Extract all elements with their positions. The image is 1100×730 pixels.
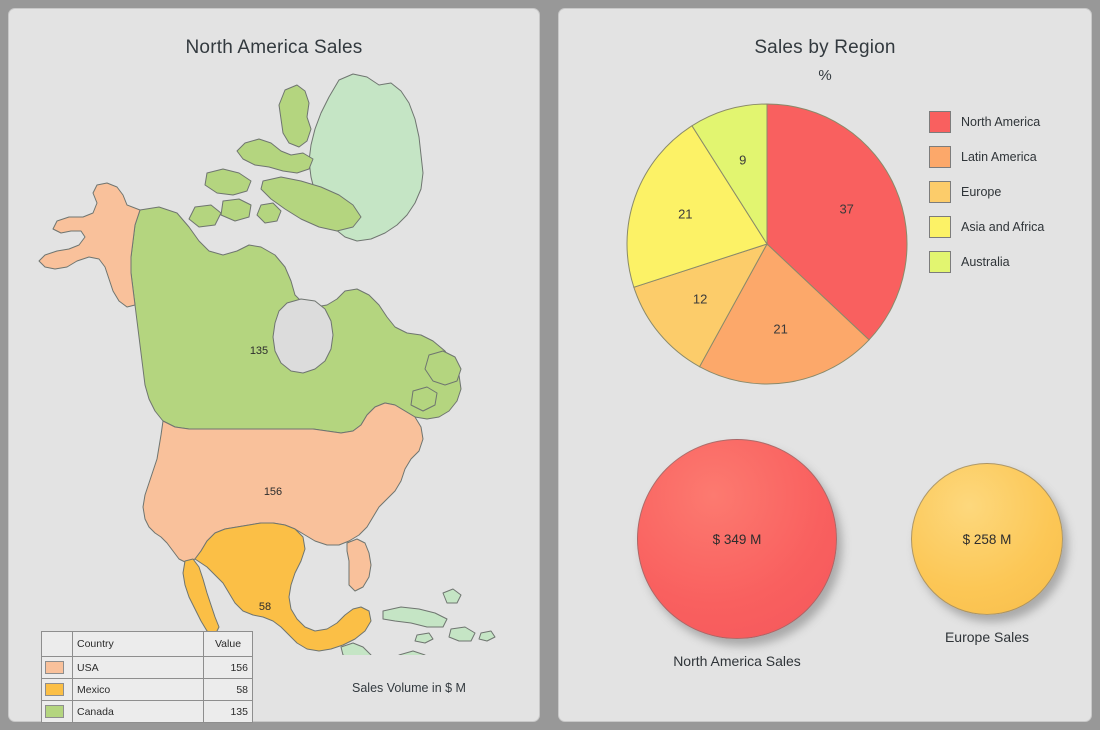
pie-label-europe: 12 [693, 291, 707, 306]
pie-legend: North America Latin America Europe Asia … [929, 111, 1044, 273]
table-header-swatch [41, 631, 73, 657]
pie-label-australia: 9 [739, 153, 746, 168]
map-panel: North America Sales .cty { stroke:#6f757… [8, 8, 541, 723]
legend-label-asia-and-africa: Asia and Africa [961, 220, 1045, 234]
legend-item-asia-and-africa[interactable]: Asia and Africa [929, 216, 1044, 238]
bubble-caption-north-america: North America Sales [673, 653, 801, 669]
map-caption: Sales Volume in $ M [352, 681, 466, 695]
color-swatch [45, 705, 64, 718]
legend-swatch-europe [929, 181, 951, 203]
row-country: Mexico [72, 678, 204, 701]
legend-item-australia[interactable]: Australia [929, 251, 1044, 273]
pie-chart[interactable]: 37 21 12 21 9 [619, 99, 919, 389]
map-region-arctic-islands-3 [204, 168, 252, 196]
color-swatch [45, 661, 64, 674]
table-row[interactable]: USA 156 [41, 656, 253, 679]
legend-item-europe[interactable]: Europe [929, 181, 1044, 203]
table-header-row: Country Value [41, 631, 253, 657]
map-legend-table: Country Value USA 156 Mexico 58 Canada 1… [41, 631, 253, 723]
table-row[interactable]: Canada 135 [41, 700, 253, 723]
north-america-map[interactable]: .cty { stroke:#6f7570; stroke-width:1; s… [9, 55, 541, 655]
bubble-europe[interactable]: $ 258 M [911, 463, 1063, 615]
legend-item-north-america[interactable]: North America [929, 111, 1044, 133]
map-region-florida [346, 538, 372, 592]
map-region-alaska [38, 182, 141, 308]
row-swatch-cell [41, 678, 73, 701]
pie-chart-area: 37 21 12 21 9 North America Latin America Eu… [559, 99, 1091, 399]
legend-label-europe: Europe [961, 185, 1002, 199]
bubble-value-europe: $ 258 M [962, 531, 1012, 547]
bubble-cell-europe: $ 258 M Europe Sales [837, 463, 1100, 645]
row-swatch-cell [41, 700, 73, 723]
row-value: 135 [203, 700, 253, 723]
map-label-usa: 156 [264, 486, 282, 498]
legend-swatch-asia-and-africa [929, 216, 951, 238]
row-value: 58 [203, 678, 253, 701]
table-row[interactable]: Mexico 58 [41, 678, 253, 701]
sales-panel-title: Sales by Region [754, 37, 896, 58]
row-value: 156 [203, 656, 253, 679]
map-region-arctic-islands-5 [256, 202, 282, 224]
pie-label-latin-america: 21 [773, 322, 787, 337]
bubble-caption-europe: Europe Sales [944, 629, 1030, 645]
legend-swatch-north-america [929, 111, 951, 133]
table-header-country: Country [72, 631, 204, 657]
sales-by-region-panel: Sales by Region % 37 21 12 21 9 North Americ… [558, 8, 1092, 722]
legend-label-north-america: North America [961, 115, 1041, 129]
map-region-arctic-islands [278, 84, 312, 148]
map-region-canada-bay [272, 298, 334, 374]
row-country: USA [72, 656, 204, 679]
sales-panel-subtitle: % [818, 67, 832, 84]
map-region-jamaica [414, 632, 434, 644]
legend-label-latin-america: Latin America [961, 150, 1037, 164]
map-region-hispaniola [448, 626, 476, 642]
pie-label-asia-and-africa: 21 [678, 207, 692, 222]
color-swatch [45, 683, 64, 696]
bubble-value-north-america: $ 349 M [712, 531, 762, 547]
row-country: Canada [72, 700, 204, 723]
map-region-central-america [340, 642, 372, 655]
map-region-cuba [382, 606, 448, 628]
map-region-puerto-rico [478, 630, 496, 642]
map-region-arctic-islands-7 [188, 204, 222, 228]
pie-label-north-america: 37 [839, 202, 853, 217]
map-label-canada: 135 [250, 345, 268, 357]
bubble-chart-area: $ 349 M North America Sales $ 258 M Euro… [559, 439, 1091, 699]
map-region-bahamas [442, 588, 462, 604]
map-region-lesser-antilles [398, 650, 426, 655]
legend-swatch-latin-america [929, 146, 951, 168]
dashboard: North America Sales .cty { stroke:#6f757… [0, 0, 1100, 730]
row-swatch-cell [41, 656, 73, 679]
legend-item-latin-america[interactable]: Latin America [929, 146, 1044, 168]
map-region-arctic-islands-6 [220, 198, 252, 222]
map-label-mexico: 58 [259, 601, 271, 613]
legend-label-australia: Australia [961, 255, 1010, 269]
bubble-north-america[interactable]: $ 349 M [637, 439, 837, 639]
table-header-value: Value [203, 631, 253, 657]
legend-swatch-australia [929, 251, 951, 273]
